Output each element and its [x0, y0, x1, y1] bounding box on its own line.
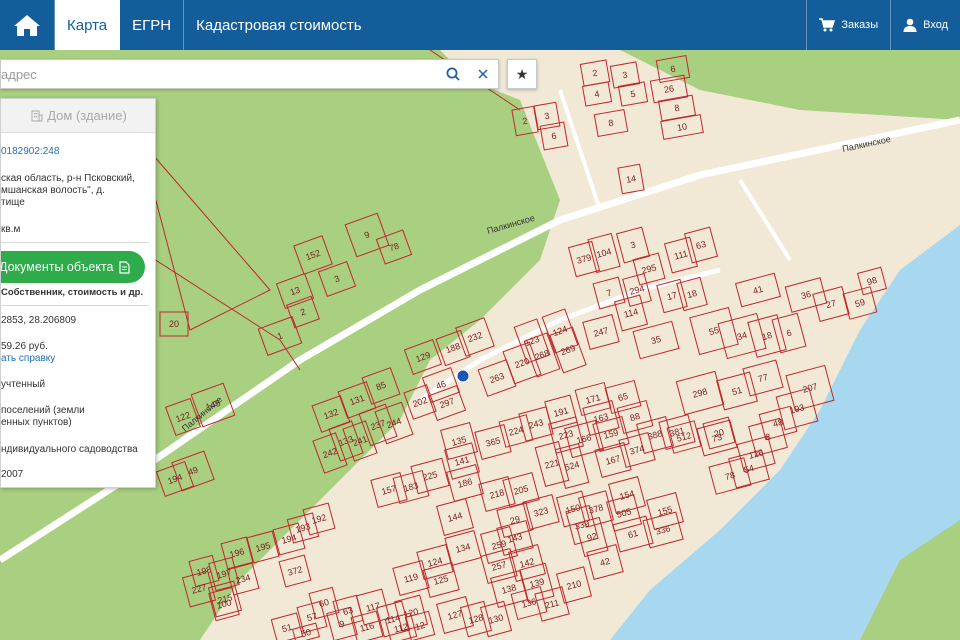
orders-label: Заказы: [841, 19, 879, 31]
cadastral-number-link[interactable]: 0182902:248: [1, 146, 59, 157]
order-certificate-link[interactable]: ать справку: [1, 353, 55, 364]
search-button[interactable]: [438, 60, 468, 88]
search-input[interactable]: [1, 60, 438, 88]
login-button[interactable]: Вход: [890, 0, 960, 50]
building-icon: [31, 110, 43, 121]
clear-button[interactable]: [468, 60, 498, 88]
divider: [1, 305, 149, 306]
object-info-panel: Дом (здание) 0182902:248 ская область, р…: [0, 98, 156, 488]
star-icon: ★: [515, 65, 529, 82]
selected-object-marker[interactable]: [456, 369, 470, 383]
close-icon: [478, 69, 488, 79]
home-icon: [14, 15, 40, 36]
tab-house-label: Дом (здание): [47, 108, 127, 123]
home-button[interactable]: [0, 0, 55, 50]
document-icon: [118, 260, 130, 274]
status-value: учтенный: [1, 379, 46, 390]
land-category-line-1: поселений (земли: [1, 405, 85, 416]
parcel-number: 14: [625, 173, 637, 185]
registration-year: 2007: [1, 469, 24, 480]
orders-button[interactable]: Заказы: [806, 0, 890, 50]
permitted-use: ндивидуального садоводства: [1, 444, 138, 455]
address-line-1: ская область, р-н Псковский,: [1, 173, 135, 184]
login-label: Вход: [923, 19, 948, 31]
documents-subtitle: Собственник, стоимость и др.: [1, 287, 144, 298]
user-icon: [903, 18, 917, 32]
top-navigation-bar: Карта ЕГРН Кадастровая стоимость Заказы …: [0, 0, 960, 50]
parcel-number: 10: [676, 121, 688, 133]
parcel-number: 26: [663, 83, 675, 95]
area-unit: кв.м: [1, 224, 21, 235]
object-documents-button[interactable]: Документы объекта: [0, 251, 145, 283]
divider: [1, 242, 149, 243]
parcel-number: 20: [169, 319, 179, 329]
cart-icon: [819, 18, 836, 32]
tab-cadastral-value[interactable]: Кадастровая стоимость: [184, 0, 373, 50]
documents-button-label: Документы объекта: [0, 260, 114, 274]
address-line-2: мшанская волость", д.: [1, 185, 105, 196]
tab-egrn[interactable]: ЕГРН: [120, 0, 185, 50]
address-line-3: тище: [1, 197, 25, 208]
address-search[interactable]: [0, 59, 499, 89]
cadastral-cost: 59.26 руб.: [1, 341, 48, 352]
land-category-line-2: енных пунктов): [1, 417, 72, 428]
coordinates: 2853, 28.206809: [1, 315, 77, 326]
favorites-button[interactable]: ★: [507, 59, 537, 89]
tab-map[interactable]: Карта: [55, 0, 121, 50]
search-icon: [446, 67, 460, 81]
tab-house-building[interactable]: Дом (здание): [1, 99, 155, 133]
